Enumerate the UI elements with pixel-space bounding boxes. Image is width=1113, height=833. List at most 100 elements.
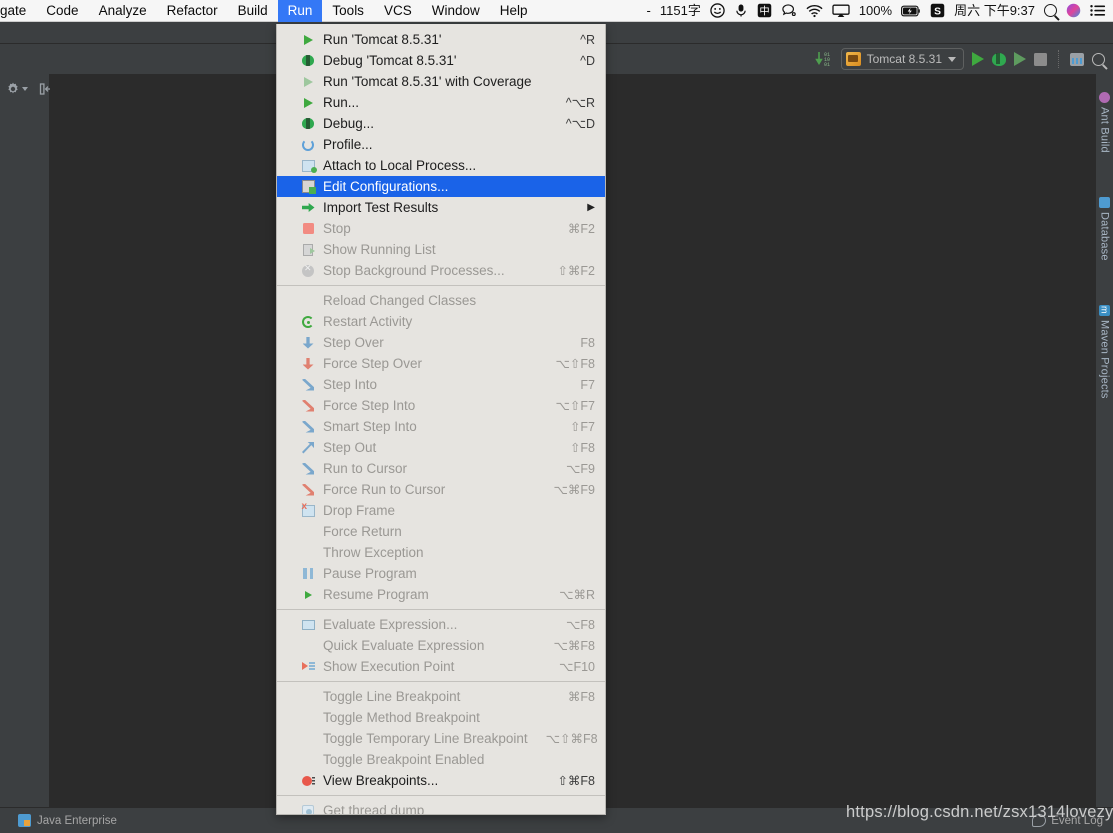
menu-item-shortcut: ⌥F8	[566, 618, 595, 632]
tool-window-ant-build[interactable]: Ant Build	[1099, 92, 1111, 153]
status-bar-left[interactable]: Java Enterprise	[10, 814, 117, 827]
menu-item-shortcut: ⌥F9	[566, 462, 595, 476]
menu-item-show-execution-point: Show Execution Point ⌥F10	[277, 656, 605, 677]
menu-item-label: Toggle Temporary Line Breakpoint	[323, 731, 528, 746]
menu-item-run-tomcat-8-5-31-with-coverage[interactable]: Run 'Tomcat 8.5.31' with Coverage	[277, 71, 605, 92]
menu-item-label: Run 'Tomcat 8.5.31' with Coverage	[323, 74, 532, 89]
database-icon	[1099, 196, 1110, 208]
spotlight-search-icon[interactable]	[1044, 4, 1057, 17]
menu-item-label: Run 'Tomcat 8.5.31'	[323, 32, 442, 47]
macos-menu-run[interactable]: Run	[277, 0, 323, 22]
macos-menu-code[interactable]: Code	[36, 0, 88, 22]
settings-gear-icon[interactable]	[5, 81, 28, 97]
menu-item-throw-exception: Throw Exception	[277, 542, 605, 563]
macos-menu-refactor[interactable]: Refactor	[157, 0, 228, 22]
menu-item-view-breakpoints[interactable]: View Breakpoints... ⇧⌘F8	[277, 770, 605, 791]
input-method-chinese-icon[interactable]: 中	[757, 3, 772, 18]
debug-button[interactable]	[992, 52, 1006, 66]
menu-item-debug[interactable]: Debug... ^⌥D	[277, 113, 605, 134]
evaluate-icon	[301, 618, 315, 632]
menu-item-label: Step Over	[323, 335, 384, 350]
clock-label[interactable]: 周六 下午9:37	[954, 0, 1035, 22]
menu-item-label: Show Execution Point	[323, 659, 455, 674]
microphone-icon[interactable]	[734, 3, 748, 18]
menu-item-label: Toggle Line Breakpoint	[323, 689, 461, 704]
wifi-icon[interactable]	[806, 4, 823, 18]
menu-item-force-step-into: Force Step Into ⌥⇧F7	[277, 395, 605, 416]
menu-item-label: Run to Cursor	[323, 461, 408, 476]
macos-menu-help[interactable]: Help	[490, 0, 538, 22]
menu-item-attach-to-local-process[interactable]: Attach to Local Process...	[277, 155, 605, 176]
battery-percent-label: 100%	[858, 2, 893, 18]
menu-item-shortcut: ⌥⇧F7	[555, 399, 595, 413]
run-with-coverage-button[interactable]	[1014, 52, 1026, 66]
menu-item-label: Toggle Method Breakpoint	[323, 710, 480, 725]
menu-item-shortcut: ⌥⇧F8	[555, 357, 595, 371]
menu-item-label: Attach to Local Process...	[323, 158, 477, 173]
search-everywhere-button[interactable]	[1092, 52, 1105, 66]
menu-item-run-tomcat-8-5-31[interactable]: Run 'Tomcat 8.5.31' ^R	[277, 29, 605, 50]
control-center-icon[interactable]	[1090, 4, 1106, 17]
update-running-application-icon[interactable]: 01 10 01	[814, 50, 833, 68]
menu-item-toggle-breakpoint-enabled: Toggle Breakpoint Enabled	[277, 749, 605, 770]
menu-item-force-run-to-cursor: Force Run to Cursor ⌥⌘F9	[277, 479, 605, 500]
stop-button[interactable]	[1034, 52, 1047, 66]
sogou-icon[interactable]: S	[930, 3, 945, 18]
menu-item-shortcut: ^⌥D	[565, 117, 595, 131]
menu-item-label: Evaluate Expression...	[323, 617, 458, 632]
airplay-icon[interactable]	[832, 4, 850, 18]
run-menu-dropdown[interactable]: Run 'Tomcat 8.5.31' ^R Debug 'Tomcat 8.5.3…	[276, 24, 606, 815]
chat-bubble-icon[interactable]	[781, 3, 797, 18]
macos-menu-build[interactable]: Build	[228, 0, 278, 22]
menu-item-force-step-over: Force Step Over ⌥⇧F8	[277, 353, 605, 374]
stop-background-icon	[301, 263, 315, 278]
debug-icon	[301, 54, 315, 68]
menu-item-toggle-method-breakpoint: Toggle Method Breakpoint	[277, 707, 605, 728]
database-button[interactable]	[1070, 52, 1084, 66]
menu-item-shortcut: ⌥⌘F8	[553, 639, 596, 653]
menu-item-label: Throw Exception	[323, 545, 424, 560]
menu-item-import-test-results[interactable]: Import Test Results ▶	[277, 197, 605, 218]
profile-icon	[301, 138, 315, 152]
menu-item-shortcut: ^⌥R	[565, 96, 595, 110]
battery-icon[interactable]	[901, 5, 921, 17]
run-configuration-selector[interactable]: Tomcat 8.5.31	[840, 48, 964, 70]
pause-icon	[301, 567, 315, 581]
menu-item-label: Force Return	[323, 524, 402, 539]
tool-window-maven-projects[interactable]: m Maven Projects	[1099, 304, 1111, 398]
edit-configurations-icon	[301, 180, 316, 194]
debug-icon	[301, 117, 315, 131]
macos-menu-gate[interactable]: gate	[0, 0, 36, 22]
menu-item-get-thread-dump: Get thread dump	[277, 800, 605, 814]
menu-item-edit-configurations[interactable]: Edit Configurations...	[277, 176, 605, 197]
word-count-label[interactable]: 1151字	[660, 0, 701, 22]
menu-item-debug-tomcat-8-5-31[interactable]: Debug 'Tomcat 8.5.31' ^D	[277, 50, 605, 71]
siri-icon[interactable]	[1066, 3, 1081, 18]
menu-item-profile[interactable]: Profile...	[277, 134, 605, 155]
menu-item-label: Force Step Over	[323, 356, 423, 371]
tool-window-database[interactable]: Database	[1098, 196, 1111, 261]
macos-menu-analyze[interactable]: Analyze	[89, 0, 157, 22]
menu-item-run-to-cursor: Run to Cursor ⌥F9	[277, 458, 605, 479]
resume-icon	[301, 588, 315, 602]
macos-menu-tools[interactable]: Tools	[322, 0, 374, 22]
macos-menu-window[interactable]: Window	[422, 0, 490, 22]
tool-window-label: Database	[1098, 211, 1111, 261]
menu-item-drop-frame: Drop Frame	[277, 500, 605, 521]
import-icon	[301, 201, 315, 215]
emoji-icon[interactable]	[710, 3, 725, 18]
menu-item-run[interactable]: Run... ^⌥R	[277, 92, 605, 113]
menu-item-shortcut: ⌥F10	[559, 660, 595, 674]
menu-separator	[277, 609, 605, 610]
run-button[interactable]	[972, 52, 984, 66]
menu-item-label: Step Into	[323, 377, 378, 392]
macos-menu-vcs[interactable]: VCS	[374, 0, 422, 22]
macos-menu-bar: gate Code Analyze Refactor Build Run Tools VCS W…	[0, 0, 1113, 22]
tool-window-label: Ant Build	[1098, 107, 1111, 153]
macos-menu-items: gate Code Analyze Refactor Build Run Tools VCS W…	[0, 0, 537, 22]
chevron-down-icon	[22, 87, 28, 91]
menu-item-shortcut: ⌘F2	[567, 222, 595, 236]
menu-item-label: Quick Evaluate Expression	[323, 638, 485, 653]
menu-item-show-running-list: Show Running List	[277, 239, 605, 260]
drop-frame-icon	[301, 501, 315, 518]
